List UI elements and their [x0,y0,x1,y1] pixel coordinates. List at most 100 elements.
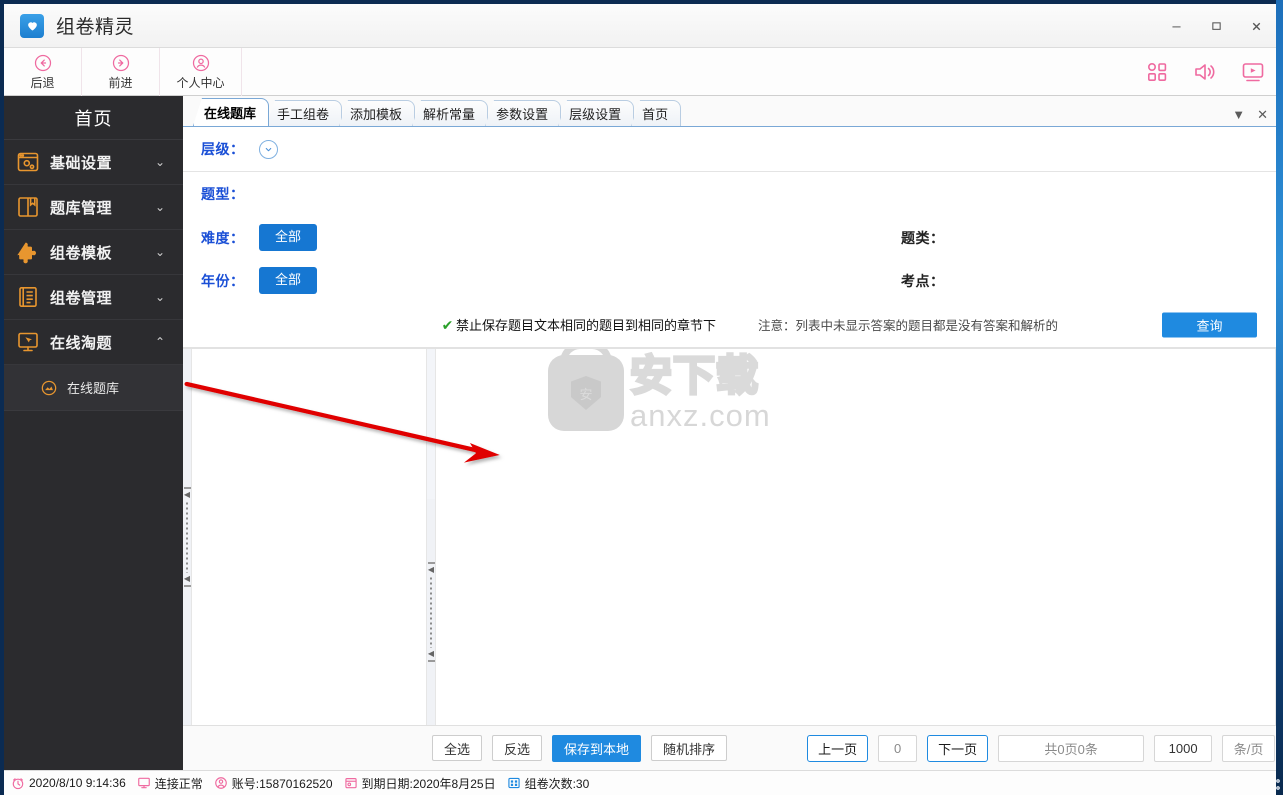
query-button[interactable]: 查询 [1162,312,1257,337]
monitor-status-icon [137,776,151,790]
splitter-handle-2[interactable]: ◀ ◀ [427,562,435,662]
chevron-down-circle-icon[interactable] [259,139,278,159]
filter-label-exam-point: 考点： [901,272,945,289]
toolbar-back-button[interactable]: 后退 [4,47,82,96]
page-size-unit-label: 条/页 [1222,734,1276,762]
sidebar-label-paper-template: 组卷模板 [50,244,113,262]
splitter-collapse-left-icon-2[interactable]: ◀ [184,575,190,583]
prev-page-button[interactable]: 上一页 [807,734,869,762]
tab-label: 层级设置 [569,107,622,122]
forward-circle-icon [111,53,131,73]
splitter-handle[interactable]: ◀ ◀ [183,487,191,587]
status-connection: 连接正常 [137,775,203,792]
minimize-button[interactable] [1156,4,1196,48]
sidebar-item-paper-template[interactable]: 组卷模板 ⌄ [4,230,183,275]
filter-row-difficulty: 难度： 全部 题类： [183,216,1276,259]
filter-label-category: 题类： [901,229,945,246]
status-account: 账号:15870162520 [214,775,333,792]
splitter-cap-top [183,487,191,489]
monitor-play-icon[interactable] [1240,59,1266,85]
tab-label: 手工组卷 [277,107,330,122]
filter-col-exam-point: 考点： [901,259,959,302]
sidebar-header: 首页 [4,96,183,140]
filter-label-question-type: 题型： [201,186,245,202]
filter-row-level: 层级： [183,127,1276,172]
chevron-down-icon: ⌄ [154,200,165,214]
monitor-cursor-icon [16,330,40,354]
sidebar-subitem-online-question-bank[interactable]: 在线题库 [4,365,183,411]
duplicate-check-checkbox[interactable]: ✔ [441,318,454,332]
watermark-domain: anxz.com [630,397,771,433]
chapter-tree-panel[interactable] [191,349,427,725]
select-all-button[interactable]: 全选 [432,735,483,761]
question-list-panel[interactable]: 安 安下载 anxz.com [435,349,1276,725]
splitter2-collapse-left-icon-2[interactable]: ◀ [428,650,434,658]
chevron-down-icon: ⌄ [154,245,165,259]
window-controls [1156,4,1276,48]
toolbar-back-label: 后退 [30,75,55,90]
status-connection-text: 连接正常 [154,776,203,791]
random-sort-button[interactable]: 随机排序 [651,735,728,761]
next-page-button[interactable]: 下一页 [927,734,989,762]
user-circle-icon [191,53,211,73]
splitter2-collapse-left-icon[interactable]: ◀ [428,566,434,574]
tab-list-dropdown-icon[interactable]: ▼ [1232,108,1245,121]
circle-mountain-icon [40,379,58,397]
save-to-local-button[interactable]: 保存到本地 [552,734,642,762]
tab-label: 首页 [642,107,669,122]
page-size-field[interactable]: 1000 [1154,734,1213,762]
calendar-expiry-icon [344,776,358,790]
sidebar-item-online-questions[interactable]: 在线淘题 ⌃ [4,320,183,365]
filter-note: 注意：列表中未显示答案的题目都是没有答案和解析的 [758,319,1059,333]
status-paper-count: 组卷次数:30 [507,775,590,792]
tab-add-template[interactable]: 添加模板 [339,100,416,126]
main-content: 在线题库 手工组卷 添加模板 解析常量 参数设置 层级设置 首页 ▼ ✕ 层级：… [183,96,1276,770]
tab-online-question-bank[interactable]: 在线题库 [193,98,270,126]
filter-label-difficulty: 难度： [201,229,245,246]
tab-label: 添加模板 [350,107,403,122]
status-paper-count-text: 组卷次数:30 [524,776,590,791]
settings-window-icon [16,150,40,174]
left-splitter[interactable]: ◀ ◀ [183,349,191,725]
app-title: 组卷精灵 [56,17,135,38]
speaker-volume-icon[interactable] [1192,59,1218,85]
sidebar-item-paper-management[interactable]: 组卷管理 ⌄ [4,275,183,320]
splitter-collapse-left-icon[interactable]: ◀ [184,491,190,499]
grid-apps-icon[interactable] [1144,59,1170,85]
maximize-button[interactable] [1196,4,1236,48]
status-datetime-text: 2020/8/10 9:14:36 [29,776,126,790]
filter-year-all-button[interactable]: 全部 [259,267,318,294]
book-bookmark-icon [16,195,40,219]
sidebar-item-basic-settings[interactable]: 基础设置 ⌄ [4,140,183,185]
watermark-bag-icon: 安 [548,355,624,431]
toolbar-user-center-button[interactable]: 个人中心 [160,47,242,96]
filter-panel: 层级： 题型： 难度： 全部 题类： 年份： 全部 考点： ✔ 禁止保存题目文本… [183,127,1276,349]
tab-level-settings[interactable]: 层级设置 [558,100,635,126]
tab-strip: 在线题库 手工组卷 添加模板 解析常量 参数设置 层级设置 首页 ▼ ✕ [183,96,1276,127]
body-area: 首页 基础设置 ⌄ 题库管理 ⌄ 组卷模板 ⌄ 组卷管理 ⌄ 在线淘题 ⌃ 在线… [4,96,1276,770]
total-count-label: 共0页0条 [998,734,1145,762]
tab-home[interactable]: 首页 [631,100,682,126]
filter-row-year: 年份： 全部 考点： [183,259,1276,302]
application-window: 组卷精灵 后退 前进 个人中心 首页 基础设置 ⌄ 题库管理 ⌄ 组卷模板 ⌄ … [0,0,1276,795]
tab-manual-paper[interactable]: 手工组卷 [266,100,343,126]
sidebar-label-paper-management: 组卷管理 [50,289,113,307]
tab-close-icon[interactable]: ✕ [1257,108,1268,121]
splitter2-grip-dots [430,576,432,648]
sidebar-item-question-bank[interactable]: 题库管理 ⌄ [4,185,183,230]
current-page-field[interactable]: 0 [878,734,918,762]
app-logo-icon [20,13,44,38]
invert-selection-button[interactable]: 反选 [492,735,543,761]
toolbar-forward-label: 前进 [108,75,133,90]
tab-parameter-settings[interactable]: 参数设置 [485,100,562,126]
pagination: 上一页 0 下一页 共0页0条 1000 条/页 0 跳转 [807,734,1276,762]
close-button[interactable] [1236,4,1276,48]
filter-difficulty-all-button[interactable]: 全部 [259,224,318,251]
right-splitter[interactable]: ◀ ◀ [427,499,435,725]
chevron-up-icon: ⌃ [154,335,165,349]
back-circle-icon [33,53,53,73]
toolbar-forward-button[interactable]: 前进 [82,47,160,96]
tab-parse-constant[interactable]: 解析常量 [412,100,489,126]
filter-label-level: 层级： [201,141,245,157]
tab-label: 参数设置 [496,107,549,122]
